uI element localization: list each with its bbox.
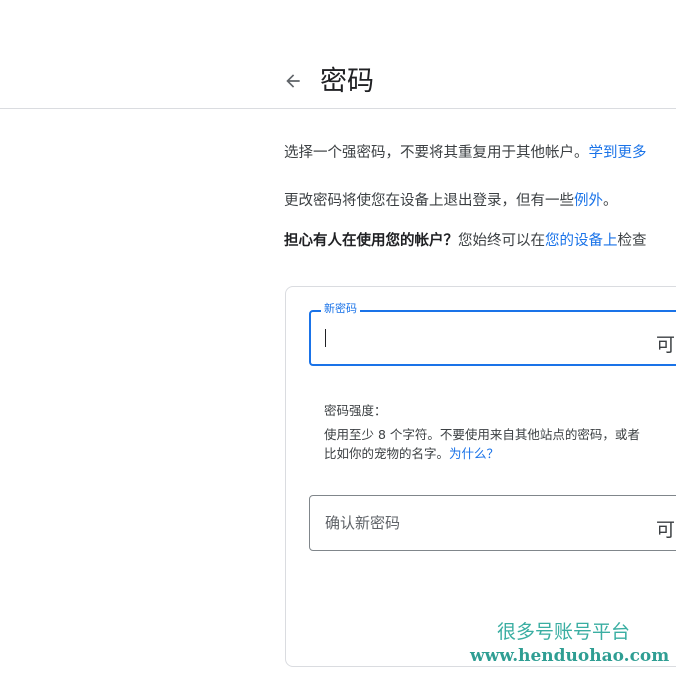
header-divider (0, 108, 676, 109)
text-caret (325, 329, 326, 347)
exceptions-link[interactable]: 例外 (574, 193, 603, 209)
watermark-url: www.henduohao.com (470, 646, 670, 666)
period-text: 。 (603, 193, 618, 209)
intro-line-1: 选择一个强密码，不要将其重复用于其他帐户。学到更多 (284, 143, 647, 163)
password-strength-hint-1: 使用至少 8 个字符。不要使用来自其他站点的密码，或者 (324, 427, 640, 442)
signout-text: 更改密码将使您在设备上退出登录，但有一些 (284, 193, 574, 209)
your-devices-link[interactable]: 您的设备上 (545, 233, 618, 249)
password-change-page: 密码 选择一个强密码，不要将其重复用于其他帐户。学到更多 更改密码将使您在设备上… (0, 0, 676, 676)
check-end-text: 检查 (617, 233, 647, 249)
intro-line-3: 担心有人在使用您的帐户？您始终可以在您的设备上检查 (284, 231, 647, 251)
new-password-label: 新密码 (321, 302, 360, 316)
new-password-input[interactable] (330, 324, 630, 352)
why-link[interactable]: 为什么？ (449, 446, 499, 461)
arrow-left-icon (286, 74, 300, 88)
watermark-chinese: 很多号账号平台 (497, 621, 631, 643)
password-strength-hint-2: 比如你的宠物的名字。为什么？ (324, 445, 499, 463)
page-title: 密码 (320, 66, 374, 97)
confirm-password-placeholder: 确认新密码 (325, 514, 401, 532)
back-button[interactable] (280, 66, 306, 96)
learn-more-link[interactable]: 学到更多 (589, 145, 647, 161)
intro-text: 选择一个强密码，不要将其重复用于其他帐户。 (284, 145, 589, 161)
show-confirm-password-toggle[interactable]: 可 (656, 515, 675, 542)
check-text: 您始终可以在 (458, 233, 545, 249)
show-password-toggle[interactable]: 可 (656, 330, 675, 357)
password-strength-title: 密码强度： (324, 403, 387, 418)
worry-text: 担心有人在使用您的帐户？ (284, 233, 458, 249)
intro-line-2: 更改密码将使您在设备上退出登录，但有一些例外。 (284, 191, 618, 211)
strength-hint-text: 比如你的宠物的名字。 (324, 446, 450, 461)
